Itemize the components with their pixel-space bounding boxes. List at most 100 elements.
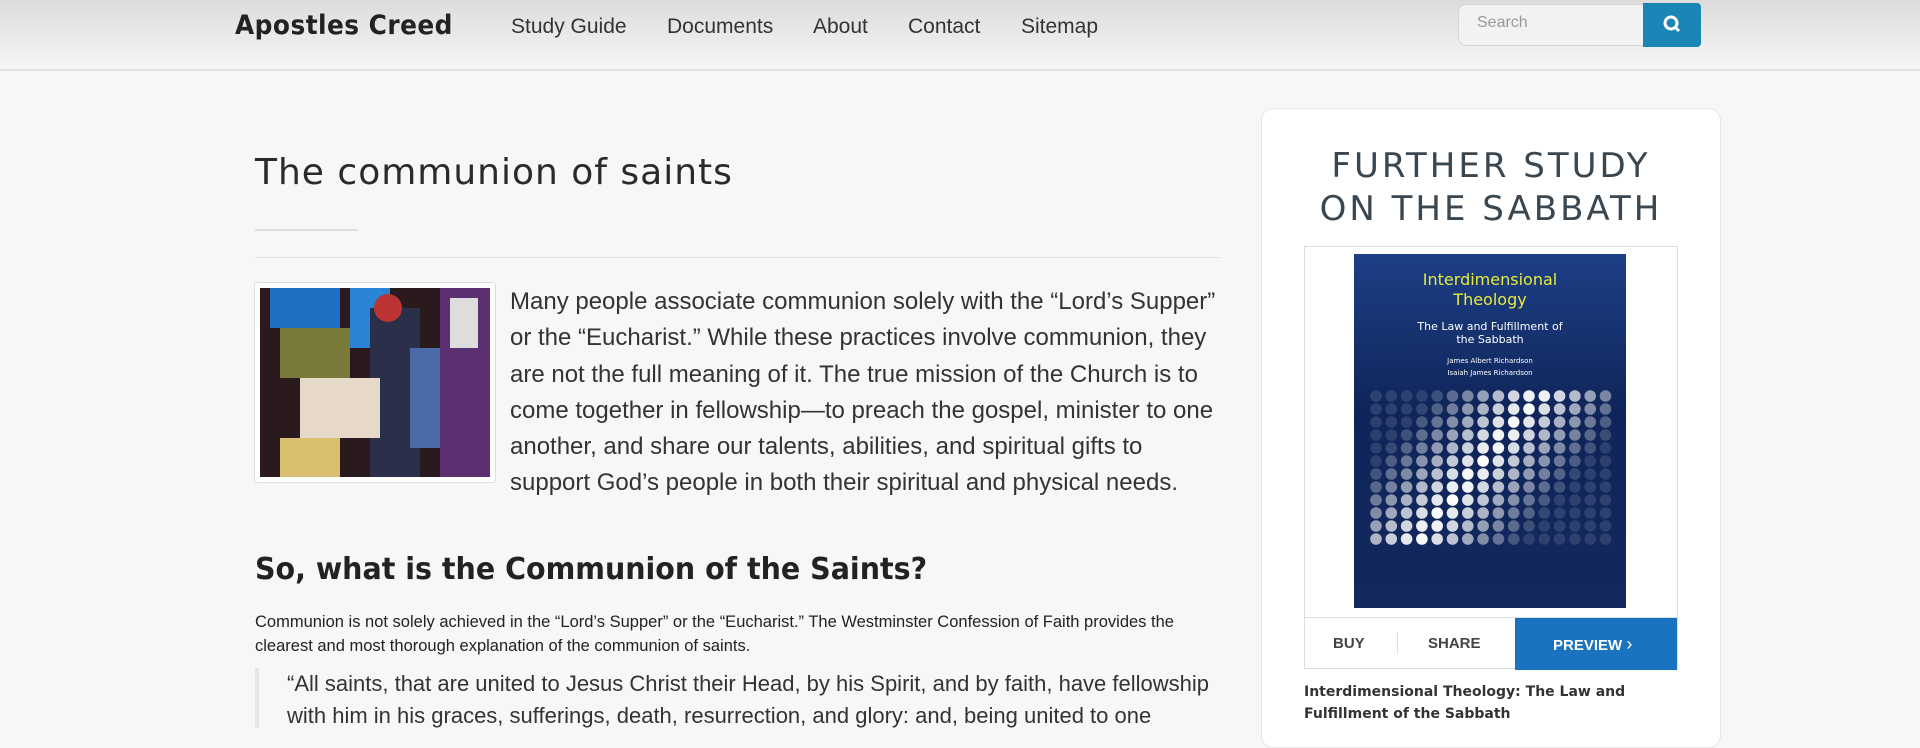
moon-dot [1431,429,1443,441]
moon-dot [1477,468,1489,480]
moon-dot [1431,468,1443,480]
moon-dot [1385,429,1398,441]
buy-button[interactable]: BUY [1333,635,1365,652]
moon-dot [1416,507,1428,519]
moon-dot [1462,442,1474,454]
moon-dot [1538,416,1551,428]
moon-dot [1431,494,1443,506]
moon-dot [1416,468,1428,480]
moon-dot [1553,429,1566,441]
moon-dot [1584,481,1596,493]
moon-dot [1599,507,1612,519]
title-underline [255,229,358,231]
moon-dot [1553,533,1566,545]
moon-dot [1507,507,1520,519]
sidebar-heading: FURTHER STUDY ON THE SABBATH [1262,145,1720,231]
preview-label: PREVIEW [1553,637,1623,654]
moon-dot [1569,455,1581,467]
moon-phases-graphic [1370,390,1612,545]
moon-dot [1400,468,1413,480]
moon-dot [1462,481,1474,493]
cover-title: Interdimensional Theology [1422,270,1558,309]
moon-dot [1507,494,1520,506]
moon-dot [1462,403,1474,415]
moon-dot [1538,520,1551,532]
preview-button[interactable]: PREVIEW › [1515,618,1677,670]
moon-dot [1599,403,1612,415]
moon-dot [1599,494,1612,506]
cover-editor: Isaiah James Richardson [1447,369,1533,377]
moon-dot [1446,429,1459,441]
moon-dot [1400,533,1413,545]
moon-dot [1385,533,1398,545]
moon-dot [1431,455,1443,467]
moon-dot [1492,442,1505,454]
moon-dot [1507,520,1520,532]
moon-dot [1400,429,1413,441]
moon-dot [1569,390,1581,402]
moon-dot [1599,429,1612,441]
share-button[interactable]: SHARE [1428,635,1481,652]
moon-dot [1492,520,1505,532]
moon-dot [1569,416,1581,428]
moon-dot [1584,455,1596,467]
moon-dot [1599,390,1612,402]
moon-dot [1400,442,1413,454]
moon-dot [1431,403,1443,415]
moon-dot [1599,455,1612,467]
button-separator [1397,632,1398,654]
search-input[interactable]: Search [1458,4,1644,46]
quote-text: “All saints, that are united to Jesus Ch… [287,671,1210,728]
moon-dot [1477,390,1489,402]
moon-dot [1477,429,1489,441]
nav-sitemap[interactable]: Sitemap [1021,15,1098,39]
moon-dot [1553,520,1566,532]
book-cover[interactable]: Interdimensional Theology The Law and Fu… [1354,254,1626,608]
book-actions: BUY SHARE PREVIEW › [1305,617,1677,670]
moon-dot [1446,533,1459,545]
moon-dot [1599,520,1612,532]
moon-dot [1385,468,1398,480]
moon-dot [1553,455,1566,467]
moon-dot [1553,442,1566,454]
moon-dot [1523,533,1535,545]
moon-dot [1492,507,1505,519]
divider [255,257,1220,258]
moon-dot [1523,416,1535,428]
moon-dot [1492,468,1505,480]
search-icon [1663,15,1681,33]
moon-dot [1446,455,1459,467]
moon-dot [1385,455,1398,467]
moon-dot [1462,429,1474,441]
search-button[interactable] [1643,3,1701,47]
stained-glass-illustration [260,288,490,477]
moon-dot [1385,481,1398,493]
moon-dot [1385,494,1398,506]
moon-dot [1477,455,1489,467]
nav-about[interactable]: About [813,15,868,39]
site-logo[interactable]: Apostles Creed [235,10,453,41]
moon-dot [1584,468,1596,480]
nav-study-guide[interactable]: Study Guide [511,15,627,39]
moon-dot [1400,390,1413,402]
nav-contact[interactable]: Contact [908,15,980,39]
moon-dot [1599,468,1612,480]
moon-dot [1569,520,1581,532]
moon-dot [1416,429,1428,441]
moon-dot [1523,520,1535,532]
moon-dot [1584,494,1596,506]
moon-dot [1553,468,1566,480]
moon-dot [1492,481,1505,493]
book-caption[interactable]: Interdimensional Theology: The Law and F… [1304,681,1684,725]
moon-dot [1538,468,1551,480]
moon-dot [1462,390,1474,402]
moon-dot [1492,455,1505,467]
moon-dot [1370,403,1382,415]
nav-documents[interactable]: Documents [667,15,773,39]
moon-dot [1553,403,1566,415]
moon-dot [1385,390,1398,402]
moon-dot [1569,403,1581,415]
moon-dot [1538,507,1551,519]
moon-dot [1446,507,1459,519]
moon-dot [1538,455,1551,467]
